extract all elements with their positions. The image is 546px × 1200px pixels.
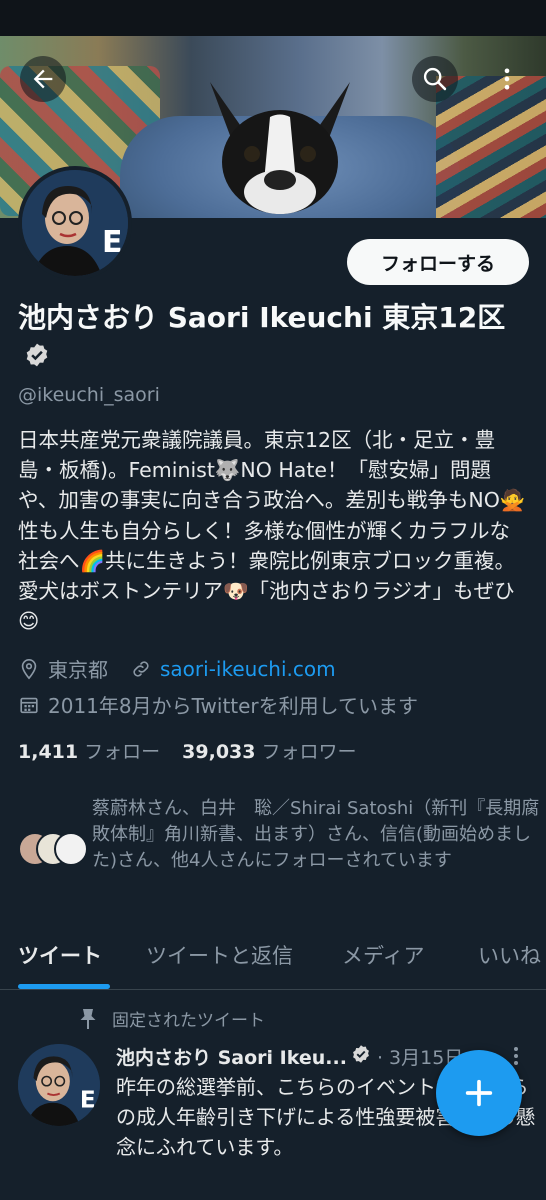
avatar-portrait: E (22, 170, 128, 276)
compose-tweet-button[interactable] (436, 1050, 522, 1136)
tab-media[interactable]: メディア (342, 940, 425, 970)
profile-bio: 日本共産党元衆議院議員。東京12区（北・足立・豊島・板橋)。Feminist🐺N… (18, 428, 526, 634)
known-followers-text: 蔡蔚林さん、白井 聡／Shirai Satoshi（新刊『長期腐敗体制』角川新書… (92, 798, 540, 871)
following-link[interactable]: 1,411 フォロー (18, 741, 160, 763)
tweet-avatar-portrait: E (18, 1044, 100, 1126)
tab-tweets-replies[interactable]: ツイートと返信 (146, 940, 293, 970)
follow-counts: 1,411 フォロー 39,033 フォロワー (18, 737, 357, 764)
following-label: フォロー (84, 741, 161, 763)
website-link[interactable]: saori-ikeuchi.com (160, 657, 336, 681)
followers-link[interactable]: 39,033 フォロワー (182, 741, 356, 763)
profile-handle: @ikeuchi_saori (18, 384, 160, 406)
search-button[interactable] (412, 56, 458, 102)
verified-badge-icon (24, 339, 50, 379)
mini-avatars (18, 832, 90, 868)
profile-meta-location: 東京都 saori-ikeuchi.com (18, 654, 336, 683)
profile-tabs: ツイート ツイートと返信 メディア いいね (0, 928, 546, 990)
profile-meta-joined: 2011年8月からTwitterを利用しています (18, 690, 418, 719)
banner-dog (210, 82, 350, 214)
tweet-verified-icon (351, 1044, 371, 1069)
back-button[interactable] (20, 56, 66, 102)
tab-tweets[interactable]: ツイート (18, 940, 102, 970)
tweet-author[interactable]: 池内さおり Saori Ikeu... (116, 1043, 347, 1070)
svg-text:E: E (102, 225, 123, 260)
tab-likes[interactable]: いいね (478, 940, 541, 970)
followers-count: 39,033 (182, 741, 256, 763)
calendar-icon (18, 694, 40, 716)
svg-text:E: E (80, 1086, 96, 1113)
mini-avatar (54, 832, 88, 866)
location-text: 東京都 (48, 658, 108, 682)
follow-button[interactable]: フォローする (347, 239, 529, 285)
search-icon (423, 67, 447, 91)
pin-icon (78, 1008, 98, 1030)
location-pin-icon (18, 658, 40, 680)
link-icon (130, 658, 152, 680)
profile-name-text: 池内さおり Saori Ikeuchi 東京12区 (18, 301, 506, 334)
pinned-tweet-label: 固定されたツイート (78, 1006, 265, 1031)
profile-name: 池内さおり Saori Ikeuchi 東京12区 (18, 298, 528, 379)
status-bar (0, 0, 546, 36)
plus-icon (465, 1079, 493, 1107)
following-count: 1,411 (18, 741, 79, 763)
followers-label: フォロワー (261, 741, 357, 763)
tweet-avatar[interactable]: E (18, 1044, 100, 1126)
pinned-text: 固定されたツイート (112, 1011, 265, 1031)
arrow-left-icon (33, 69, 53, 89)
profile-avatar[interactable]: E (18, 166, 132, 280)
active-tab-indicator (18, 984, 110, 989)
joined-text: 2011年8月からTwitterを利用しています (48, 694, 419, 718)
more-vertical-icon (504, 68, 510, 90)
banner-blanket (436, 76, 546, 218)
more-options-button[interactable] (484, 56, 530, 102)
